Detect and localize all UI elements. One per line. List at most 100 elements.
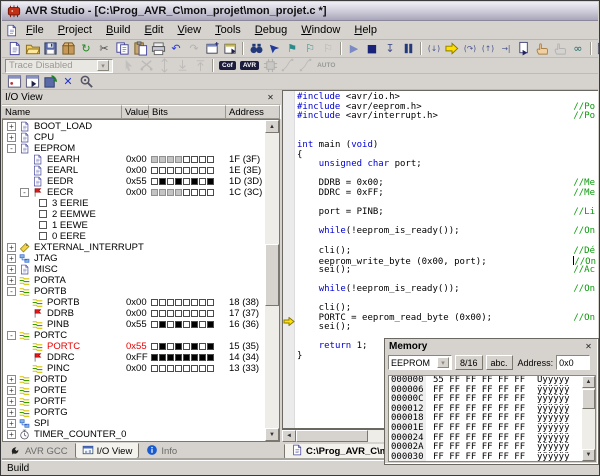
- bit-square[interactable]: [159, 354, 166, 361]
- bit-square[interactable]: [175, 189, 182, 196]
- break-on-access-icon[interactable]: [533, 41, 551, 56]
- bit-square[interactable]: [207, 321, 214, 328]
- bit-square[interactable]: [159, 189, 166, 196]
- new-window-icon[interactable]: [203, 41, 221, 56]
- run-to-cursor-icon[interactable]: →|: [497, 41, 515, 56]
- io-row-porta[interactable]: +PORTA: [3, 275, 265, 286]
- expand-icon[interactable]: +: [7, 243, 16, 252]
- bit-square[interactable]: [207, 310, 214, 317]
- scroll-up-button[interactable]: ▲: [582, 376, 595, 388]
- bit-square[interactable]: [191, 189, 198, 196]
- project-run-icon[interactable]: [23, 74, 41, 89]
- ascii-button[interactable]: abc.: [486, 355, 513, 370]
- toggle-bookmark-icon[interactable]: ⚑: [283, 41, 301, 56]
- bit-square[interactable]: [191, 321, 198, 328]
- io-row-3-eerie[interactable]: 3 EERIE: [3, 198, 265, 209]
- io-row-cpu[interactable]: +CPU: [3, 132, 265, 143]
- bit-square[interactable]: [159, 310, 166, 317]
- bit-square[interactable]: [167, 354, 174, 361]
- memory-hex-bytes[interactable]: FF FF FF FF FF FF: [433, 453, 525, 462]
- expand-icon[interactable]: +: [7, 408, 16, 417]
- scroll-down-button[interactable]: ▼: [582, 449, 595, 461]
- io-row-eecr[interactable]: -EECR0x001C (3C): [3, 187, 265, 198]
- bit-checkbox[interactable]: [39, 199, 47, 207]
- bit-square[interactable]: [183, 189, 190, 196]
- watch-window-icon[interactable]: [595, 41, 600, 56]
- bit-square[interactable]: [207, 354, 214, 361]
- scroll-left-button[interactable]: ◄: [282, 430, 296, 442]
- register-bits[interactable]: [151, 354, 215, 361]
- bit-square[interactable]: [167, 178, 174, 185]
- undo-icon[interactable]: ↶: [167, 41, 185, 56]
- bit-square[interactable]: [191, 354, 198, 361]
- memory-hex-view[interactable]: 00000055 FF FF FF FF FFUÿÿÿÿÿ000006FF FF…: [388, 375, 596, 462]
- register-bits[interactable]: [151, 178, 215, 185]
- bit-square[interactable]: [175, 343, 182, 350]
- avr-badge[interactable]: AVR: [240, 61, 259, 70]
- step-over-icon[interactable]: (↷): [461, 41, 479, 56]
- scroll-up-button[interactable]: ▲: [265, 120, 279, 133]
- register-bits[interactable]: [151, 343, 215, 350]
- hscroll-thumb[interactable]: [296, 430, 368, 442]
- copy-icon[interactable]: [113, 41, 131, 56]
- io-row-portb[interactable]: -PORTB: [3, 286, 265, 297]
- bit-square[interactable]: [151, 299, 158, 306]
- bit-square[interactable]: [175, 321, 182, 328]
- io-row-timer_counter_0[interactable]: +TIMER_COUNTER_0: [3, 429, 265, 440]
- menu-window[interactable]: Window: [294, 22, 347, 38]
- bit-square[interactable]: [191, 310, 198, 317]
- bit-square[interactable]: [199, 178, 206, 185]
- io-row-pinc[interactable]: PINC0x0013 (33): [3, 363, 265, 374]
- io-row-1-eewe[interactable]: 1 EEWE: [3, 220, 265, 231]
- bit-checkbox[interactable]: [39, 232, 47, 240]
- title-bar[interactable]: AVR Studio - [C:\Prog_AVR_C\mon_projet\m…: [2, 2, 598, 21]
- io-row-0-eere[interactable]: 0 EERE: [3, 231, 265, 242]
- menu-help[interactable]: Help: [347, 22, 384, 38]
- register-bits[interactable]: [151, 299, 215, 306]
- bit-square[interactable]: [183, 167, 190, 174]
- bit-square[interactable]: [175, 156, 182, 163]
- bit-square[interactable]: [199, 354, 206, 361]
- bit-square[interactable]: [175, 365, 182, 372]
- bit-checkbox[interactable]: [39, 221, 47, 229]
- format-8-16-button[interactable]: 8/16: [455, 355, 483, 370]
- run-icon[interactable]: ▶: [345, 41, 363, 56]
- bit-square[interactable]: [151, 189, 158, 196]
- next-bookmark-icon[interactable]: ⚐: [301, 41, 319, 56]
- io-row-portg[interactable]: +PORTG: [3, 407, 265, 418]
- io-row-portf[interactable]: +PORTF: [3, 396, 265, 407]
- cof-badge[interactable]: Cof: [219, 61, 236, 70]
- bit-square[interactable]: [159, 343, 166, 350]
- stop-icon[interactable]: ■: [363, 41, 381, 56]
- memory-scrollbar[interactable]: ▲ ▼: [582, 376, 595, 461]
- bit-square[interactable]: [167, 365, 174, 372]
- bit-square[interactable]: [151, 178, 158, 185]
- io-row-portc[interactable]: -PORTC: [3, 330, 265, 341]
- io-row-external_interrupt[interactable]: +EXTERNAL_INTERRUPT: [3, 242, 265, 253]
- bit-square[interactable]: [175, 310, 182, 317]
- bit-square[interactable]: [167, 321, 174, 328]
- expand-icon[interactable]: +: [7, 265, 16, 274]
- column-bits[interactable]: Bits: [149, 105, 226, 119]
- bit-square[interactable]: [151, 156, 158, 163]
- bit-square[interactable]: [159, 167, 166, 174]
- chevron-down-icon[interactable]: ▾: [437, 357, 449, 368]
- bit-square[interactable]: [167, 189, 174, 196]
- bit-square[interactable]: [191, 343, 198, 350]
- bit-square[interactable]: [159, 365, 166, 372]
- scroll-down-button[interactable]: ▼: [265, 428, 279, 441]
- expand-icon[interactable]: +: [7, 397, 16, 406]
- io-row-2-eemwe[interactable]: 2 EEMWE: [3, 209, 265, 220]
- bit-square[interactable]: [175, 167, 182, 174]
- bit-square[interactable]: [175, 178, 182, 185]
- menu-build[interactable]: Build: [99, 22, 137, 38]
- expand-icon[interactable]: +: [7, 254, 16, 263]
- bit-square[interactable]: [207, 365, 214, 372]
- bit-square[interactable]: [183, 299, 190, 306]
- pause-icon[interactable]: [399, 41, 417, 56]
- io-row-portd[interactable]: +PORTD: [3, 374, 265, 385]
- cut-icon[interactable]: ✂: [95, 41, 113, 56]
- bit-square[interactable]: [207, 343, 214, 350]
- bit-square[interactable]: [199, 343, 206, 350]
- io-row-pinb[interactable]: PINB0x5516 (36): [3, 319, 265, 330]
